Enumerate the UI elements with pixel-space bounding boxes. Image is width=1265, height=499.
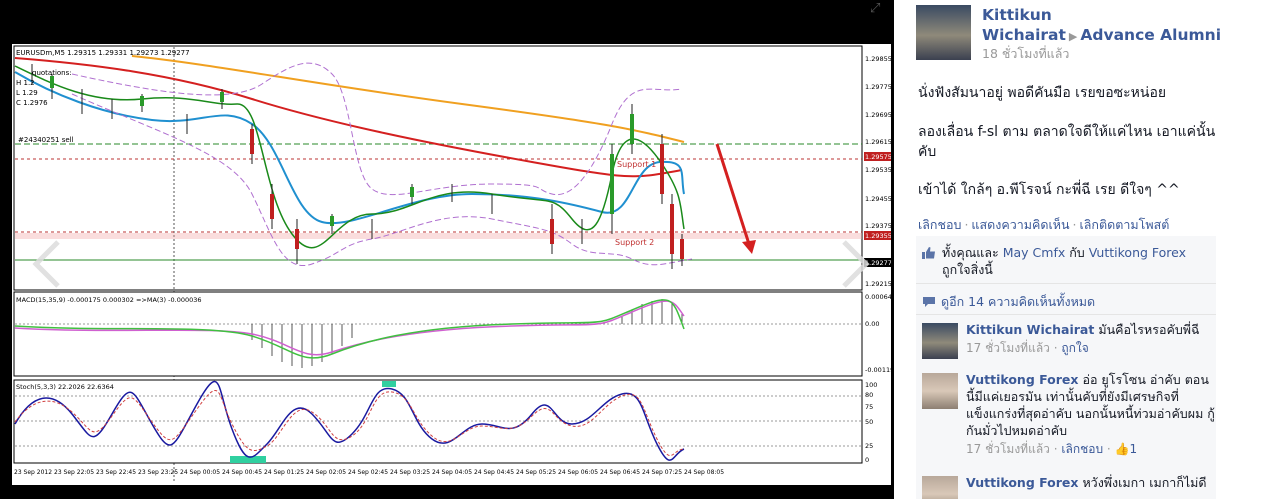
stoch-tick: 50 [865,418,873,426]
comment-timestamp[interactable]: 17 ชั่วโมงที่แล้ว [966,341,1050,355]
author-avatar[interactable] [916,5,971,60]
time-tick: 24 Sep 06:45 [600,469,640,476]
unfollow-post-link[interactable]: เลิกติดตามโพสต์ [1080,217,1170,232]
macd-panel: MACD(15,35,9) -0.000175 0.000302 =>MA(3)… [13,291,891,377]
time-tick: 24 Sep 04:45 [474,469,514,476]
likes-joiner: กับ [1069,245,1085,260]
comment-likes-count[interactable]: 👍1 [1115,442,1138,456]
group-name-link[interactable]: Advance Alumni [1080,26,1221,44]
macd-tick: 0.00 [865,320,879,328]
divider [916,314,1216,315]
comment-body: Vuttikong Forex อ่อ ยูโรโซน อ่าคับ ตอนนี… [966,371,1216,458]
chart-order-label: #24340251 sell [18,136,74,144]
commenter-name-link[interactable]: Vuttikong Forex [966,372,1078,387]
time-tick: 24 Sep 07:25 [642,469,682,476]
commenter-avatar[interactable] [922,476,958,499]
price-tick: 1.29575 [865,153,891,161]
liker-link[interactable]: May Cmfx [1003,245,1066,260]
divider [916,283,1216,284]
comment-link[interactable]: แสดงความคิดเห็น [971,217,1069,232]
time-tick: 24 Sep 01:25 [264,469,304,476]
time-tick: 24 Sep 05:25 [516,469,556,476]
stoch-tick: 25 [865,442,873,450]
comment-body: Kittikun Wichairat มันคือไรหรอคับพี่ฉี 1… [966,321,1216,357]
chart-ohl-c: C 1.2976 [16,99,48,107]
post-header: Kittikun Wichairat ▶ Advance Alumni [982,5,1222,47]
comment-text: มันคือไรหรอคับพี่ฉี [1098,322,1200,337]
unlike-link[interactable]: เลิกชอบ [918,217,961,232]
price-tick: 1.29695 [865,111,891,119]
chart-ohl-h: H 1.2 [16,79,35,87]
price-tick: 1.29615 [865,138,891,146]
view-more-comments-label: ดูอีก 14 ความคิดเห็นทั้งหมด [941,294,1096,309]
post-actions: เลิกชอบ · แสดงความคิดเห็น · เลิกติดตามโพสต์ [918,217,1170,232]
stoch-label: Stoch(5,3,3) 22.2026 22.6364 [16,383,114,391]
stoch-tick: 80 [865,391,873,399]
commenter-name-link[interactable]: Vuttikong Forex [966,475,1078,490]
stoch-tick: 0 [865,456,869,464]
time-tick: 24 Sep 00:05 [180,469,220,476]
previous-photo-icon[interactable] [30,238,64,290]
post-text-line-1: นั่งฟังสัมนาอยู่ พอดีคันมือ เรยขอซะหน่อย [918,85,1167,101]
price-tick: 1.29375 [865,222,891,230]
time-tick: 24 Sep 02:05 [306,469,346,476]
time-tick: 24 Sep 00:45 [222,469,262,476]
comment-text: หวังพึ่งเมกา เมกาก็ไม่ดี [1082,475,1207,490]
post-text-line-3: เข้าได้ ใกล้ๆ อ.พีโรจน์ กะพี่ฉี เรย ดีใจ… [918,182,1180,198]
comment-body: Vuttikong Forex หวังพึ่งเมกา เมกาก็ไม่ดี [966,474,1216,491]
macd-tick: -0.00119 [865,366,891,374]
view-more-comments-link[interactable]: ดูอีก 14 ความคิดเห็นทั้งหมด [922,292,1095,312]
feedback-box: ทั้งคุณและ May Cmfx กับ Vuttikong Forex … [916,236,1216,499]
comment-meta: 17 ชั่วโมงที่แล้ว · ถูกใจ [966,341,1089,355]
stochastic-panel: Stoch(5,3,3) 22.2026 22.6364 100 80 75 5… [13,379,877,464]
macd-label: MACD(15,35,9) -0.000175 0.000302 =>MA(3)… [16,296,202,304]
price-tick: 1.29855 [865,55,891,63]
photo-sidebar: Kittikun Wichairat ▶ Advance Alumni 18 ชั่… [916,0,1221,499]
expand-icon[interactable]: ⤢ [870,2,886,16]
time-tick: 24 Sep 06:05 [558,469,598,476]
liker-link[interactable]: Vuttikong Forex [1089,245,1186,260]
commenter-avatar[interactable] [922,373,958,409]
time-tick: 24 Sep 03:25 [390,469,430,476]
time-tick: 24 Sep 02:45 [348,469,388,476]
next-photo-icon[interactable] [838,238,872,290]
commenter-avatar[interactable] [922,323,958,359]
stoch-tick: 100 [865,381,877,389]
macd-tick: 0.000644 [865,293,891,301]
thumbs-up-icon [922,247,935,259]
forex-chart-image: EURUSDm,M5 1.29315 1.29331 1.29273 1.292… [12,44,891,485]
comment-like-link[interactable]: ถูกใจ [1061,341,1088,355]
support-1-label: Support 1 [617,160,656,169]
time-tick: 24 Sep 08:05 [684,469,724,476]
thumbs-up-icon: 👍 [1114,442,1130,456]
photo-viewer: ⤢ EURUSDm,M5 1.29315 1.29331 1.29273 1.2… [0,0,894,499]
comment-timestamp[interactable]: 17 ชั่วโมงที่แล้ว [966,442,1050,456]
comment-unlike-link[interactable]: เลิกชอบ [1061,442,1103,456]
comment-meta: 17 ชั่วโมงที่แล้ว · เลิกชอบ · 👍1 [966,442,1138,456]
author-name-link[interactable]: Kittikun Wichairat [982,6,1066,44]
comment-bubble-icon [923,297,935,307]
time-tick: 24 Sep 04:05 [432,469,472,476]
chart-ohl-l: L 1.29 [16,89,38,97]
time-tick: 23 Sep 22:05 [54,469,94,476]
share-target-arrow-icon: ▶ [1068,30,1078,43]
price-tick: 1.29455 [865,195,891,203]
post-text-line-2: ลองเลื่อน f-sl ตาม ตลาดใจดีให้แค่ไหน เอา… [918,124,1216,160]
chart-header: EURUSDm,M5 1.29315 1.29331 1.29273 1.292… [16,49,190,57]
comment-likes-number: 1 [1129,442,1138,456]
support-2-label: Support 2 [615,238,654,247]
time-tick: 23 Sep 2012 [14,469,52,476]
likes-text: ทั้งคุณและ May Cmfx กับ Vuttikong Forex … [942,244,1212,278]
time-tick: 23 Sep 23:25 [138,469,178,476]
likes-suffix: ถูกใจสิ่งนี้ [942,262,993,277]
price-tick: 1.29775 [865,83,891,91]
post-timestamp[interactable]: 18 ชั่วโมงที่แล้ว [982,44,1069,64]
chart-quotations: quotations: [32,69,72,77]
commenter-name-link[interactable]: Kittikun Wichairat [966,322,1094,337]
time-tick: 23 Sep 22:45 [96,469,136,476]
likes-prefix: ทั้งคุณและ [942,245,999,260]
price-tick: 1.29535 [865,166,891,174]
stoch-tick: 75 [865,403,873,411]
